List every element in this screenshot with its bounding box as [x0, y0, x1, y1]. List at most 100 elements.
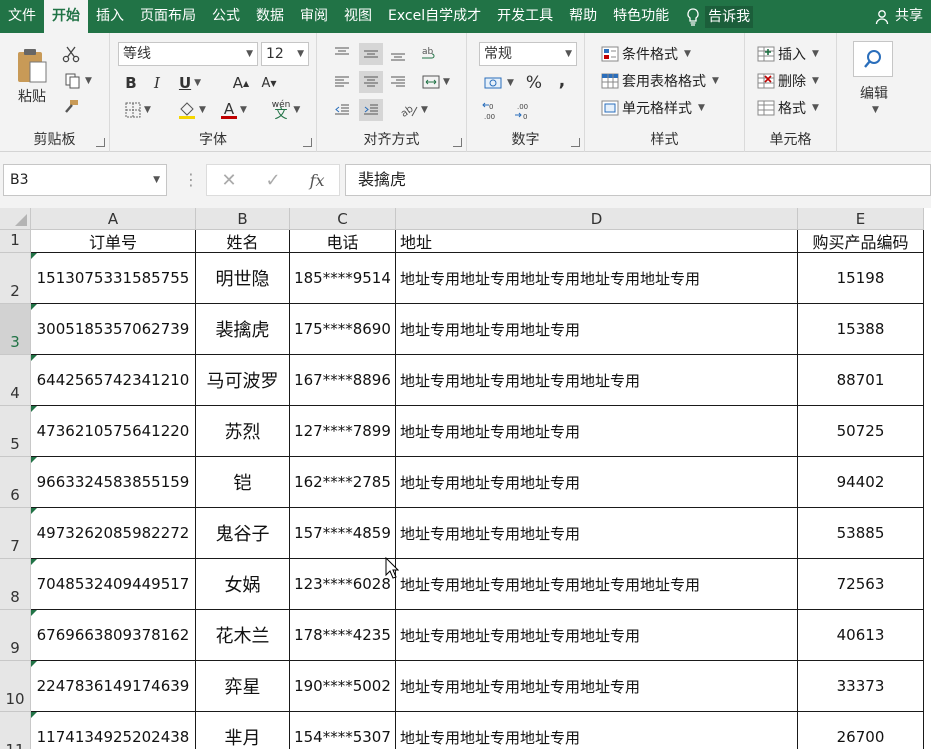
row-header-6[interactable]: 6	[0, 457, 31, 508]
row-header-8[interactable]: 8	[0, 559, 31, 610]
editing-dropdown-icon[interactable]: ▼	[867, 103, 881, 117]
name-box[interactable]: B3 ▼	[3, 164, 167, 196]
cell-e5[interactable]: 50725	[798, 406, 924, 457]
cell-b11[interactable]: 芈月	[196, 712, 290, 749]
percent-button[interactable]: %	[523, 72, 545, 94]
cell-e10[interactable]: 33373	[798, 661, 924, 712]
cell-c5[interactable]: 127****7899	[290, 406, 396, 457]
cell-d3[interactable]: 地址专用地址专用地址专用	[396, 304, 798, 355]
cell-e8[interactable]: 72563	[798, 559, 924, 610]
accounting-format-button[interactable]: ▼	[479, 72, 519, 94]
cell-d8[interactable]: 地址专用地址专用地址专用地址专用地址专用	[396, 559, 798, 610]
cell-b9[interactable]: 花木兰	[196, 610, 290, 661]
orientation-button[interactable]: ab	[417, 43, 441, 65]
align-center-button[interactable]	[359, 71, 383, 93]
cell-e7[interactable]: 53885	[798, 508, 924, 559]
cell-b3[interactable]: 裴擒虎	[196, 304, 290, 355]
align-left-button[interactable]	[331, 71, 353, 93]
font-launcher-icon[interactable]	[303, 138, 312, 147]
tab-6[interactable]: 审阅	[292, 0, 336, 33]
cell-b2[interactable]: 明世隐	[196, 253, 290, 304]
cell-c10[interactable]: 190****5002	[290, 661, 396, 712]
clipboard-launcher-icon[interactable]	[96, 138, 105, 147]
tab-9[interactable]: 开发工具	[489, 0, 561, 33]
font-color-button[interactable]: A ▼	[216, 99, 252, 121]
format-cells-button[interactable]: 格式 ▼	[757, 98, 819, 118]
cell-b4[interactable]: 马可波罗	[196, 355, 290, 406]
cut-button[interactable]	[60, 43, 82, 65]
align-middle-button[interactable]	[359, 43, 383, 65]
column-header-c[interactable]: C	[290, 208, 396, 230]
insert-cells-button[interactable]: 插入 ▼	[757, 44, 819, 64]
cell-b7[interactable]: 鬼谷子	[196, 508, 290, 559]
borders-button[interactable]: ▼	[120, 99, 156, 121]
format-painter-button[interactable]	[60, 96, 82, 118]
cell-d11[interactable]: 地址专用地址专用地址专用	[396, 712, 798, 749]
cell-d6[interactable]: 地址专用地址专用地址专用	[396, 457, 798, 508]
cell-e4[interactable]: 88701	[798, 355, 924, 406]
cell-c6[interactable]: 162****2785	[290, 457, 396, 508]
cell-c9[interactable]: 178****4235	[290, 610, 396, 661]
tab-1[interactable]: 开始	[44, 0, 88, 33]
cell-b5[interactable]: 苏烈	[196, 406, 290, 457]
cell-d10[interactable]: 地址专用地址专用地址专用地址专用	[396, 661, 798, 712]
cell-a2[interactable]: 1513075331585755	[31, 253, 196, 304]
cell-styles-button[interactable]: 单元格样式 ▼	[601, 98, 705, 118]
row-header-7[interactable]: 7	[0, 508, 31, 559]
alignment-launcher-icon[interactable]	[453, 138, 462, 147]
increase-decimal-button[interactable]: 0.00	[479, 99, 505, 123]
cell-e3[interactable]: 15388	[798, 304, 924, 355]
italic-button[interactable]: I	[146, 72, 168, 94]
cell-d5[interactable]: 地址专用地址专用地址专用	[396, 406, 798, 457]
tab-2[interactable]: 插入	[88, 0, 132, 33]
text-orientation-button[interactable]: ab ▼	[395, 99, 433, 121]
cell-c11[interactable]: 154****5307	[290, 712, 396, 749]
row-header-11[interactable]: 11	[0, 712, 31, 749]
align-bottom-button[interactable]	[387, 43, 409, 65]
cell-a6[interactable]: 9663324583855159	[31, 457, 196, 508]
tab-11[interactable]: 特色功能	[605, 0, 677, 33]
tab-4[interactable]: 公式	[204, 0, 248, 33]
cell-a5[interactable]: 4736210575641220	[31, 406, 196, 457]
cell-c8[interactable]: 123****6028	[290, 559, 396, 610]
number-format-select[interactable]: 常规 ▼	[479, 42, 577, 66]
cell-b10[interactable]: 弈星	[196, 661, 290, 712]
cell-e6[interactable]: 94402	[798, 457, 924, 508]
cell-e2[interactable]: 15198	[798, 253, 924, 304]
cell-a11[interactable]: 1174134925202438	[31, 712, 196, 749]
delete-cells-button[interactable]: 删除 ▼	[757, 71, 819, 91]
column-header-b[interactable]: B	[196, 208, 290, 230]
cell-b8[interactable]: 女娲	[196, 559, 290, 610]
insert-function-icon[interactable]: fx	[310, 171, 325, 190]
row-header-4[interactable]: 4	[0, 355, 31, 406]
cell-d7[interactable]: 地址专用地址专用地址专用	[396, 508, 798, 559]
font-name-select[interactable]: 等线 ▼	[118, 42, 258, 66]
cancel-icon[interactable]: ✕	[221, 170, 236, 191]
column-header-d[interactable]: D	[396, 208, 798, 230]
decrease-indent-button[interactable]	[331, 99, 353, 121]
tab-0[interactable]: 文件	[0, 0, 44, 33]
cell-d2[interactable]: 地址专用地址专用地址专用地址专用地址专用	[396, 253, 798, 304]
fill-color-button[interactable]: ▼	[174, 99, 210, 121]
copy-button[interactable]: ▼	[60, 70, 96, 92]
share-button[interactable]: 共享	[867, 0, 931, 33]
bold-button[interactable]: B	[120, 72, 142, 94]
row-header-1[interactable]: 1	[0, 230, 31, 253]
row-header-5[interactable]: 5	[0, 406, 31, 457]
decrease-decimal-button[interactable]: .00 0	[509, 99, 535, 123]
row-header-10[interactable]: 10	[0, 661, 31, 712]
tell-me-search[interactable]: 告诉我	[677, 0, 761, 33]
shrink-font-button[interactable]: A ▼	[258, 72, 280, 94]
cell-c3[interactable]: 175****8690	[290, 304, 396, 355]
row-header-2[interactable]: 2	[0, 253, 31, 304]
cell-a8[interactable]: 7048532409449517	[31, 559, 196, 610]
cell-c1[interactable]: 电话	[290, 230, 396, 253]
phonetic-button[interactable]: wén 文 ▼	[266, 99, 306, 121]
underline-button[interactable]: U ▼	[172, 72, 208, 94]
align-top-button[interactable]	[331, 43, 353, 65]
cell-a10[interactable]: 2247836149174639	[31, 661, 196, 712]
align-right-button[interactable]	[387, 71, 409, 93]
cell-c7[interactable]: 157****4859	[290, 508, 396, 559]
cell-a1[interactable]: 订单号	[31, 230, 196, 253]
cell-e9[interactable]: 40613	[798, 610, 924, 661]
